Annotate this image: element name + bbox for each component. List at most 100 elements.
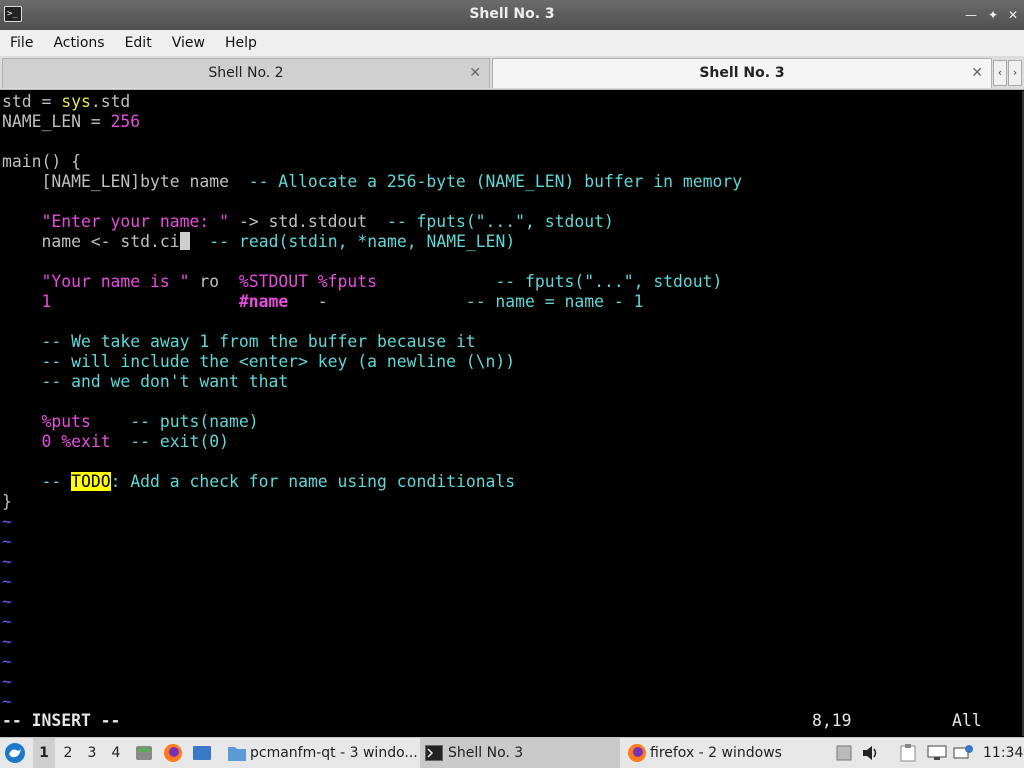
editor-line[interactable]: "Enter your name: " -> std.stdout -- fpu…	[2, 212, 613, 232]
menu-help[interactable]: Help	[215, 30, 267, 56]
editor-line[interactable]: main() {	[2, 152, 81, 172]
editor-line[interactable]: -- TODO: Add a check for name using cond…	[2, 472, 515, 492]
vim-mode: -- INSERT --	[2, 711, 121, 730]
code-token: sys	[61, 92, 91, 111]
menu-edit[interactable]: Edit	[115, 30, 162, 56]
tab-close-icon[interactable]: ✕	[971, 59, 983, 87]
maximize-icon[interactable]: ✦	[984, 5, 1002, 25]
code-token: ~	[2, 612, 12, 631]
desktop-3[interactable]: 3	[81, 738, 103, 768]
desktop-1[interactable]: 1	[33, 738, 55, 768]
editor-line[interactable]: ~	[2, 512, 12, 532]
editor-line[interactable]: [NAME_LEN]byte name -- Allocate a 256-by…	[2, 172, 742, 192]
quicklaunch-files-icon[interactable]	[134, 738, 156, 768]
title-bar: >_ Shell No. 3 — ✦ ✕	[0, 0, 1024, 30]
desktop-4[interactable]: 4	[105, 738, 127, 768]
tray-widget-icon[interactable]	[836, 738, 854, 768]
code-token: }	[2, 492, 12, 511]
editor-line[interactable]: NAME_LEN = 256	[2, 112, 140, 132]
firefox-icon	[628, 744, 646, 762]
menu-file[interactable]: File	[0, 30, 43, 56]
task-firefox[interactable]: firefox - 2 windows	[622, 738, 822, 768]
code-token: -- fputs("...", stdout)	[495, 272, 723, 291]
editor-line[interactable]: -- and we don't want that	[2, 372, 288, 392]
code-token: -- name = name - 1	[465, 292, 644, 311]
code-token: -> std.stdout	[228, 212, 387, 231]
clock[interactable]: 11:34	[983, 738, 1023, 768]
network-icon[interactable]	[953, 738, 975, 768]
editor-line[interactable]: ~	[2, 652, 12, 672]
code-token: 256	[110, 112, 141, 131]
tab-bar: Shell No. 2 ✕ Shell No. 3 ✕ ‹ ›	[0, 56, 1024, 90]
menu-actions[interactable]: Actions	[43, 30, 114, 56]
quicklaunch-firefox-icon[interactable]	[162, 738, 186, 768]
editor-line[interactable]: std = sys.std	[2, 92, 130, 112]
code-token: %puts	[41, 412, 91, 431]
terminal-editor[interactable]: std = sys.std NAME_LEN = 256 main() { [NAM…	[0, 91, 1022, 736]
cursor-position: 8,19	[812, 711, 852, 730]
editor-line[interactable]: 1 #name - -- name = name - 1	[2, 292, 643, 312]
code-token: #name	[238, 292, 289, 311]
code-token: -- puts(name)	[130, 412, 259, 431]
close-window-icon[interactable]: ✕	[1004, 5, 1022, 25]
code-token: ~	[2, 632, 12, 651]
menu-bar: File Actions Edit View Help	[0, 30, 1024, 56]
task-pcmanfm[interactable]: pcmanfm-qt - 3 windo...	[222, 738, 418, 768]
code-token: main() {	[2, 152, 81, 171]
tab-shell-3[interactable]: Shell No. 3 ✕	[492, 58, 992, 88]
editor-line[interactable]: ~	[2, 572, 12, 592]
menu-view[interactable]: View	[162, 30, 215, 56]
editor-line[interactable]: }	[2, 492, 12, 512]
code-token: std =	[2, 92, 62, 111]
editor-line[interactable]: "Your name is " ro %STDOUT %fputs -- fpu…	[2, 272, 722, 292]
clipboard-icon[interactable]	[900, 738, 920, 768]
window-title: Shell No. 3	[469, 6, 555, 22]
editor-line[interactable]: -- We take away 1 from the buffer becaus…	[2, 332, 476, 352]
code-token: ro	[189, 272, 239, 291]
tab-shell-2[interactable]: Shell No. 2 ✕	[2, 58, 490, 88]
minimize-icon[interactable]: —	[962, 5, 980, 25]
folder-icon	[228, 747, 246, 761]
editor-line[interactable]: ~	[2, 612, 12, 632]
code-token: -- We take away 1 from the buffer becaus…	[41, 332, 476, 351]
editor-line[interactable]: ~	[2, 692, 12, 712]
text-cursor	[179, 232, 190, 250]
code-token: -- and we don't want that	[41, 372, 289, 391]
code-token: ~	[2, 552, 12, 571]
show-desktop-icon[interactable]	[191, 738, 215, 768]
code-token: NAME_LEN =	[2, 112, 111, 131]
display-icon[interactable]	[927, 738, 949, 768]
tab-label: Shell No. 3	[699, 65, 785, 81]
tab-scroll-left-icon[interactable]: ‹	[993, 60, 1007, 86]
editor-line[interactable]: ~	[2, 592, 12, 612]
task-shell[interactable]: Shell No. 3	[420, 738, 620, 768]
code-token: 0 %exit	[41, 432, 111, 451]
code-token: -- read(stdin, *name, NAME_LEN)	[209, 232, 516, 251]
code-token: -- exit(0)	[130, 432, 229, 451]
code-token: ~	[2, 652, 12, 671]
editor-line[interactable]: name <- std.ci -- read(stdin, *name, NAM…	[2, 232, 515, 252]
editor-line[interactable]: ~	[2, 532, 12, 552]
volume-icon[interactable]	[862, 738, 882, 768]
editor-line[interactable]: ~	[2, 632, 12, 652]
terminal-icon	[425, 745, 443, 761]
code-token: name <- std.ci	[2, 232, 180, 251]
app-menu-icon[interactable]	[4, 738, 28, 768]
editor-line[interactable]: -- will include the <enter> key (a newli…	[2, 352, 515, 372]
editor-line[interactable]: ~	[2, 552, 12, 572]
tab-scroll-right-icon[interactable]: ›	[1008, 60, 1022, 86]
editor-line[interactable]: %puts -- puts(name)	[2, 412, 259, 432]
editor-line[interactable]: 0 %exit -- exit(0)	[2, 432, 229, 452]
editor-line[interactable]: ~	[2, 672, 12, 692]
desktop-2[interactable]: 2	[57, 738, 79, 768]
tab-close-icon[interactable]: ✕	[469, 59, 481, 87]
scroll-indicator: All	[952, 711, 982, 730]
